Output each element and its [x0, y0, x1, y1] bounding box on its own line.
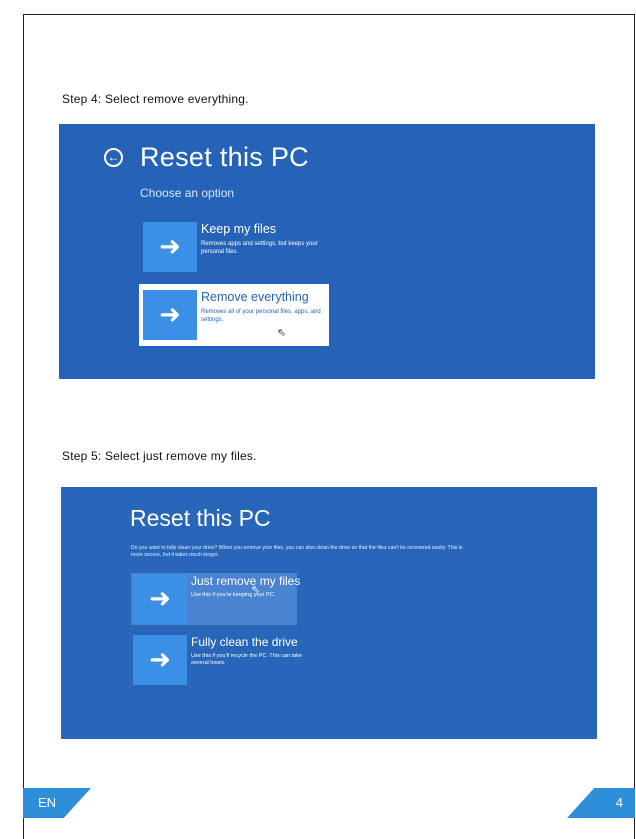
just-remove-highlight[interactable]: ➜ Just remove my files Use this if you'r…	[131, 573, 300, 625]
step-4-screenshot: ← Reset this PC Choose an option ➜ Keep …	[59, 124, 595, 379]
keep-my-files-option[interactable]: ➜ Keep my files Removes apps and setting…	[143, 222, 343, 272]
mouse-cursor-icon: ⇖	[251, 584, 261, 596]
just-remove-my-files-option[interactable]: ➜ Just remove my files Use this if you'r…	[133, 574, 300, 624]
mouse-cursor-icon: ⇖	[277, 327, 287, 339]
right-arrow-icon: ➜	[143, 222, 197, 272]
right-arrow-icon: ➜	[133, 574, 187, 624]
option-title: Keep my files	[201, 222, 277, 236]
screen-description: Do you want to fully clean your drive? W…	[131, 545, 463, 558]
option-description: Use this if you'll recycle the PC. This …	[191, 653, 302, 666]
step-5-instruction: Step 5: Select just remove my files.	[62, 449, 257, 463]
option-title: Remove everything	[201, 290, 309, 304]
fully-clean-drive-option[interactable]: ➜ Fully clean the drive Use this if you'…	[133, 635, 333, 685]
right-arrow-icon: ➜	[133, 635, 187, 685]
right-arrow-icon: ➜	[143, 290, 197, 340]
option-title: Fully clean the drive	[191, 635, 298, 649]
remove-everything-highlight[interactable]: ➜ Remove everything Removes all of your …	[139, 284, 329, 346]
remove-everything-option[interactable]: ➜ Remove everything Removes all of your …	[143, 290, 327, 340]
option-description: Removes all of your personal files, apps…	[201, 309, 321, 323]
screen-title: Reset this PC	[130, 505, 271, 531]
back-arrow-icon[interactable]: ←	[104, 148, 123, 167]
option-title: Just remove my files	[191, 574, 301, 588]
step-4-instruction: Step 4: Select remove everything.	[62, 92, 249, 106]
screen-subtitle: Choose an option	[140, 186, 235, 200]
step-5-screenshot: Reset this PC Do you want to fully clean…	[61, 487, 597, 739]
option-description: Removes apps and settings, but keeps you…	[201, 241, 318, 255]
screen-title: Reset this PC	[140, 142, 309, 172]
